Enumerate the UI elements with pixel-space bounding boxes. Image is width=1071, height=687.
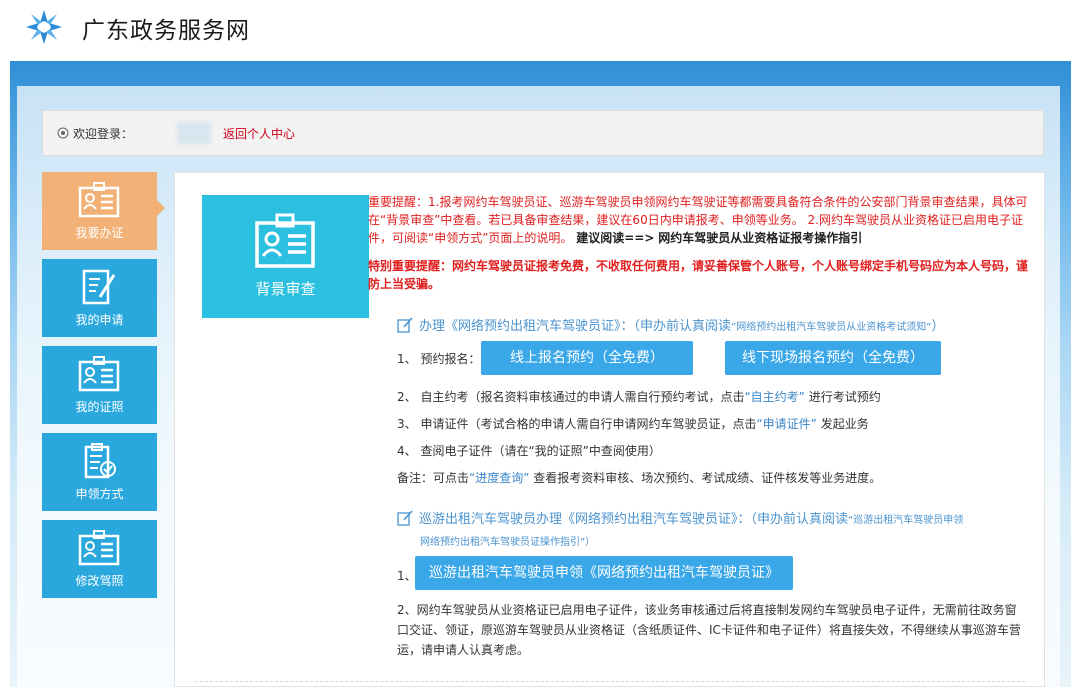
exam-notice-link[interactable]: “网络预约出租汽车驾驶员从业资格考试须知” [731,322,931,333]
online-registration-button[interactable]: 线上报名预约（全免费） [481,341,693,375]
cruise-guide-link[interactable]: “巡游出租汽车驾驶员申领 [848,515,963,526]
cruise-step1-label: 1、 [397,569,417,583]
username-blurred [177,122,211,144]
self-exam-booking-link[interactable]: “自主约考” [744,390,804,404]
step4-row: 4、 查阅电子证件（请在“我的证照”中查阅使用） [397,444,661,458]
notice-read-prefix: 建议阅读==> [576,231,655,245]
special-notice: 特别重要提醒：网约车驾驶员证报考免费，不收取任何费用，请妥善保管个人账号，个人账… [368,259,1029,291]
id-card-icon [255,213,315,268]
section2-title: 巡游出租汽车驾驶员办理《网络预约出租汽车驾驶员证》：（申办前认真阅读“巡游出租汽… [397,508,963,527]
site-logo-icon [26,10,62,44]
content-area: 背景审查 重要提醒：1.报考网约车驾驶员证、巡游车驾驶员申领网约车驾驶证等都需要… [174,172,1045,687]
sidebar-item-label: 我的申请 [75,313,124,327]
id-card-icon [78,356,120,392]
sidebar-item-my-applications[interactable]: 我的申请 [42,259,157,337]
divider [195,681,1025,682]
sidebar-item-label: 我的证照 [75,400,124,414]
step3-row: 3、 申请证件（考试合格的申请人需自行申请网约车驾驶员证，点击“申请证件” 发起… [397,417,869,431]
progress-query-link[interactable]: “进度查询” [469,471,529,485]
important-notice: 重要提醒：1.报考网约车驾驶员证、巡游车驾驶员申领网约车驾驶证等都需要具备符合条… [368,193,1028,247]
document-edit-icon [82,269,116,305]
site-title: 广东政务服务网 [82,18,250,44]
welcome-bar: 欢迎登录： 返回个人中心 [42,110,1044,156]
section1-title: 办理《网络预约出租汽车驾驶员证》：（申办前认真阅读“网络预约出租汽车驾驶员从业资… [397,315,944,334]
back-to-personal-center-link[interactable]: 返回个人中心 [223,125,295,142]
cruise-notice-paragraph: 2、网约车驾驶员从业资格证已启用电子证件，该业务审核通过后将直接制发网约车驾驶员… [397,603,1021,657]
welcome-label: 欢迎登录： [73,127,134,141]
card-label: 背景审查 [255,280,316,298]
guide-link[interactable]: 网约车驾驶员从业资格证报考操作指引 [658,231,862,245]
user-circle-icon [57,127,69,139]
offline-registration-button[interactable]: 线下现场报名预约（全免费） [725,341,941,375]
step2-row: 2、 自主约考（报名资料审核通过的申请人需自行预约考试，点击“自主约考” 进行考… [397,390,881,404]
remark-row: 备注：可点击“进度查询” 查看报考资料审核、场次预约、考试成绩、证件核发等业务进… [397,471,882,485]
cruise-driver-apply-button[interactable]: 巡游出租汽车驾驶员申领《网络预约出租汽车驾驶员证》 [415,556,793,590]
sidebar-item-label: 修改驾照 [75,574,124,588]
sidebar-item-my-certificates[interactable]: 我的证照 [42,346,157,424]
id-card-icon [78,530,120,566]
top-bar: 广东政务服务网 [0,0,1071,58]
background-check-card[interactable]: 背景审查 [202,195,369,318]
apply-certificate-link[interactable]: “申请证件” [756,417,816,431]
step1-label: 1、 预约报名： [397,352,481,366]
sidebar-item-modify-license[interactable]: 修改驾照 [42,520,157,598]
sidebar-item-application-method[interactable]: 申领方式 [42,433,157,511]
active-indicator [157,200,165,216]
sidebar-item-label: 申领方式 [75,487,124,501]
section2-title-line2: 网络预约出租汽车驾驶员证操作指引”） [420,537,596,548]
checklist-icon [84,443,116,479]
pen-edit-icon [397,317,413,333]
pen-edit-icon [397,510,413,526]
sidebar-item-label: 我要办证 [75,226,124,240]
sidebar-item-apply-license[interactable]: 我要办证 [42,172,165,250]
id-card-icon [78,182,120,218]
